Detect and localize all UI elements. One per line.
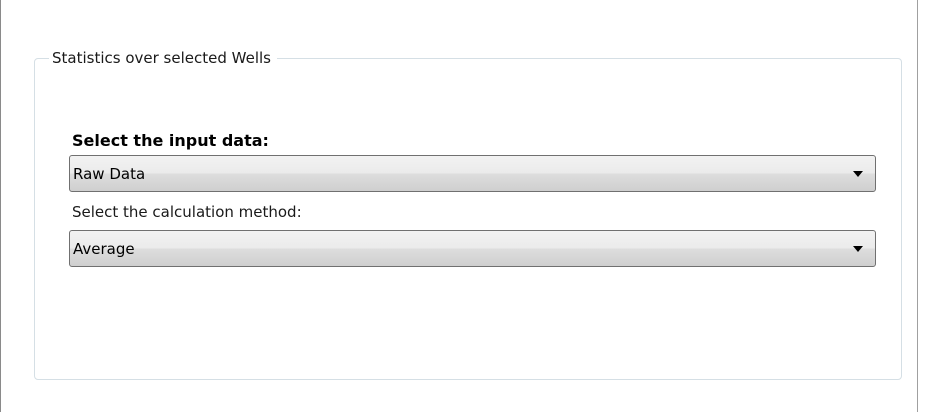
input-data-selected-value: Raw Data bbox=[73, 165, 146, 183]
dialog-panel: Statistics over selected Wells Select th… bbox=[0, 0, 918, 412]
calculation-method-dropdown[interactable]: Average bbox=[69, 230, 876, 267]
groupbox-title: Statistics over selected Wells bbox=[49, 48, 277, 68]
chevron-down-icon[interactable] bbox=[853, 171, 863, 177]
calculation-method-label: Select the calculation method: bbox=[72, 203, 302, 221]
chevron-down-icon[interactable] bbox=[853, 246, 863, 252]
input-data-dropdown[interactable]: Raw Data bbox=[69, 155, 876, 192]
input-data-label: Select the input data: bbox=[72, 131, 269, 150]
calculation-method-selected-value: Average bbox=[73, 240, 135, 258]
